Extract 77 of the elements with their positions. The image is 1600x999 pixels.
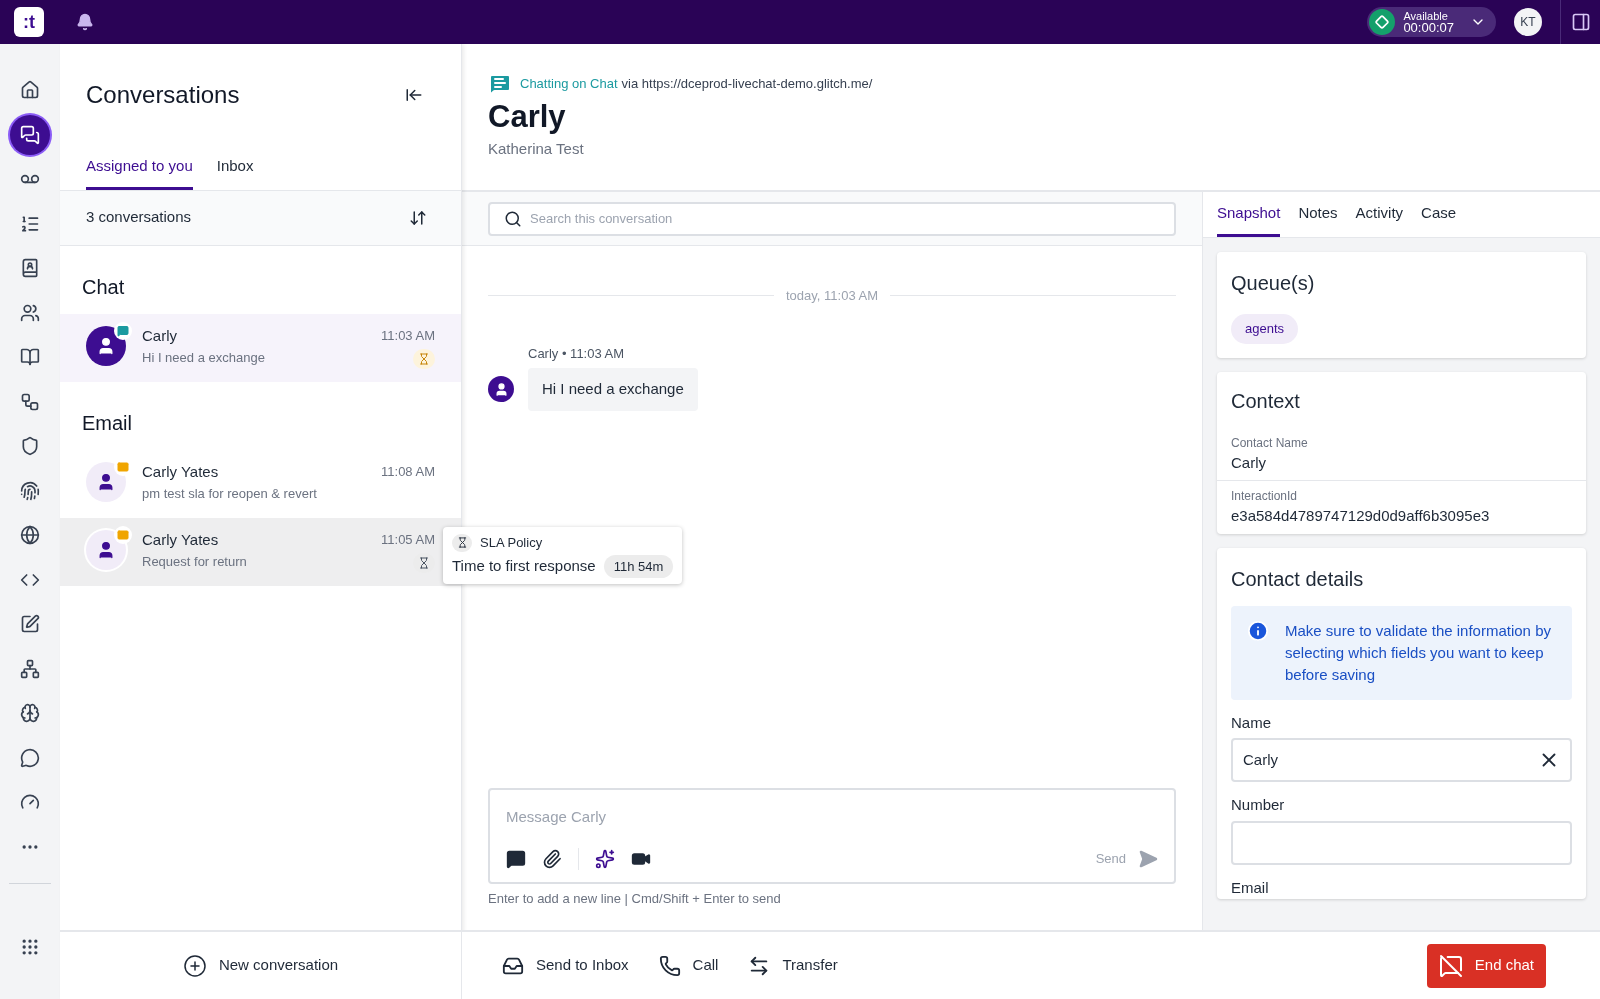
group-heading: Chat [81, 274, 126, 300]
contact-name: Carly Yates [142, 461, 220, 482]
field-label: Name [1231, 712, 1272, 733]
card-title: Context [1230, 388, 1301, 414]
panel-title: Conversations [86, 80, 240, 110]
field-label: Number [1231, 795, 1286, 815]
tooltip-title: SLA Policy [480, 534, 543, 552]
mail-icon [117, 528, 129, 541]
avatar [488, 376, 514, 403]
message-meta: Carly • 11:03 AM [527, 344, 626, 363]
text-field[interactable]: Carly [1231, 738, 1572, 782]
status-selector[interactable]: Available 00:00:07 [1367, 7, 1496, 37]
info-icon [1247, 619, 1269, 642]
apps-grid-icon[interactable] [20, 937, 40, 957]
contact-name: Carly Yates [142, 529, 220, 550]
end-chat-button[interactable]: End chat [1426, 943, 1546, 988]
contact-title: Carly [488, 98, 567, 136]
timestamp: 11:05 AM [381, 530, 435, 549]
conversation-item[interactable]: Carly Hi I need a exchange 11:03 AM [60, 313, 461, 382]
app-logo[interactable]: :t [14, 7, 44, 37]
panel-toggle-icon[interactable] [1570, 12, 1591, 32]
attachment-icon[interactable] [542, 849, 562, 869]
tab[interactable]: Case [1421, 201, 1457, 237]
duration-badge: 11h 54m [603, 554, 674, 578]
phone-icon [658, 954, 681, 977]
message-input[interactable]: Message Carly [506, 805, 1158, 828]
channel-label: Chatting on Chat [520, 75, 618, 94]
card-title: Queue(s) [1231, 271, 1316, 296]
message-preview: Request for return [142, 552, 248, 571]
notice-text: Make sure to validate the information by selecting which fields you want to keep before saving [1285, 620, 1552, 685]
tab[interactable]: Notes [1298, 201, 1338, 237]
message-preview: Hi I need a exchange [142, 348, 266, 367]
timestamp: 11:03 AM [381, 326, 435, 345]
field-label: Email [1231, 877, 1270, 898]
avatar [86, 529, 126, 570]
message-preview: pm test sla for reopen & revert [142, 484, 318, 503]
field-label: Contact Name [1231, 434, 1309, 452]
queue-tag: agents [1231, 314, 1299, 344]
mail-icon [117, 460, 129, 473]
text-field[interactable] [1231, 820, 1572, 865]
plus-circle-icon [182, 953, 207, 978]
search-icon [504, 209, 522, 228]
notifications-icon[interactable] [76, 13, 94, 31]
tab[interactable]: Inbox [216, 155, 254, 190]
send-icon [1138, 849, 1158, 869]
search-field[interactable]: Search this conversation [488, 201, 1176, 236]
conversation-count: 3 conversations [86, 207, 192, 228]
composer-hint: Enter to add a new line | Cmd/Shift + Enter to send [488, 889, 782, 908]
date-divider: today, 11:03 AM [786, 287, 878, 305]
field-value: Carly [1231, 452, 1267, 473]
contact-name: Carly [142, 325, 178, 346]
channel-url: via https://dceprod-livechat-demo.glitch.me/ [621, 75, 873, 94]
hourglass-icon [456, 537, 468, 549]
sparkles-icon[interactable] [595, 849, 615, 869]
action-button[interactable]: Send to Inbox [502, 954, 629, 977]
avatar [86, 461, 126, 502]
collapse-icon[interactable] [405, 86, 423, 104]
field-label: InteractionId [1231, 488, 1299, 505]
avatar [86, 325, 126, 366]
crossed-chat-icon [1438, 953, 1463, 978]
timestamp: 11:08 AM [381, 462, 435, 481]
action-button[interactable]: Call [658, 954, 719, 977]
chat-icon [117, 324, 129, 337]
conversation-item[interactable]: Carly Yates pm test sla for reopen & revert 11:08 AM [60, 449, 461, 518]
status-icon [1375, 15, 1390, 29]
user-avatar[interactable]: KT [1514, 8, 1542, 36]
sort-icon[interactable] [409, 208, 427, 227]
action-button[interactable]: Transfer [748, 954, 838, 977]
message-bubble: Hi I need a exchange [528, 368, 698, 411]
status-timer: 00:00:07 [1403, 22, 1454, 34]
card-title: Contact details [1231, 566, 1365, 592]
group-heading: Email [81, 410, 133, 436]
status-label: Available [1403, 10, 1449, 22]
tab[interactable]: Activity [1355, 201, 1404, 237]
contact-subtitle: Katherina Test [488, 139, 585, 159]
new-conversation-button[interactable]: New conversation [182, 953, 339, 978]
field-value: e3a584d4789747129d0d9aff6b3095e3 [1231, 506, 1491, 526]
